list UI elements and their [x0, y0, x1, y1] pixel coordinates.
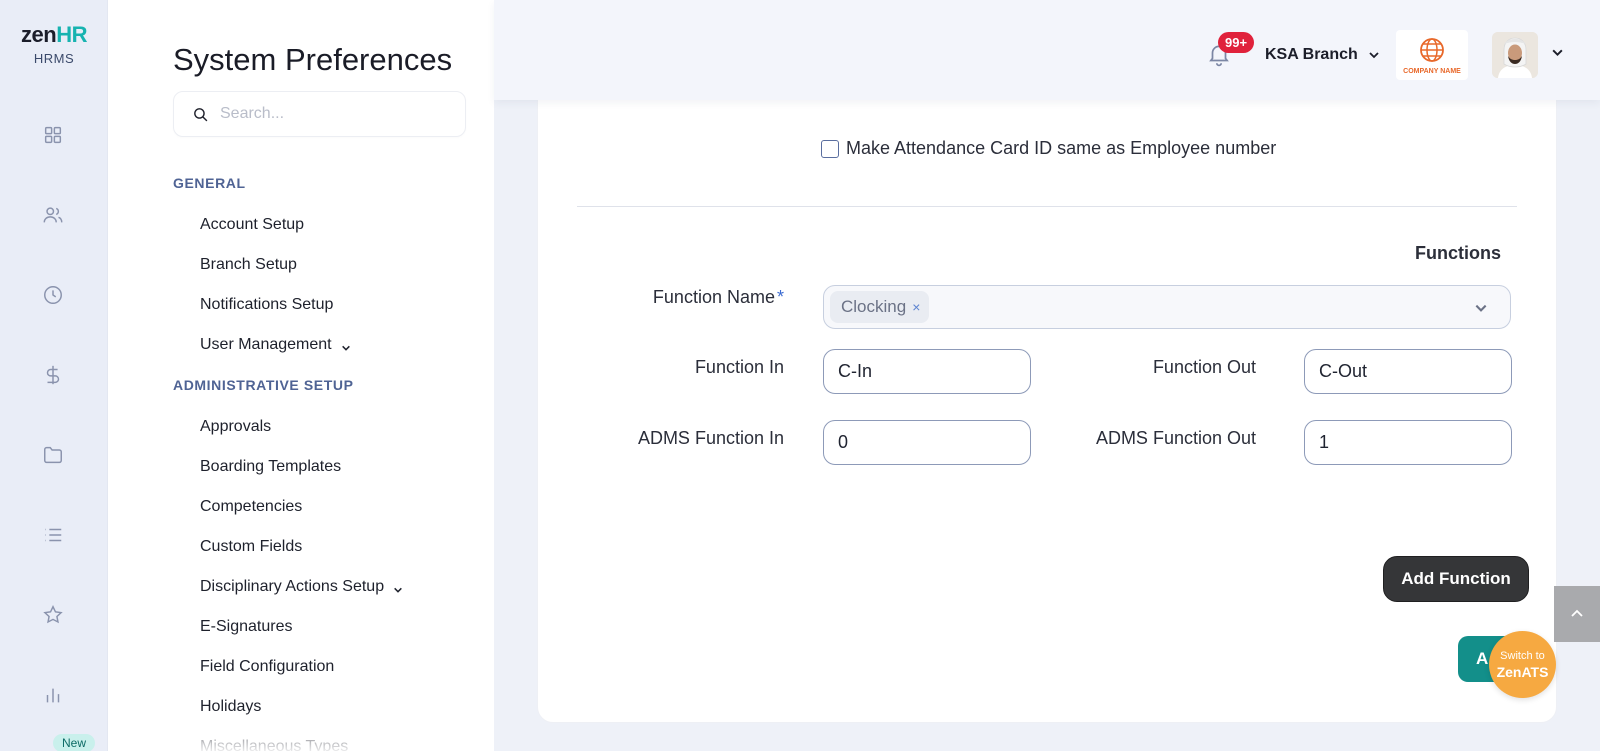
functions-form-card: Make Attendance Card ID same as Employee…: [537, 80, 1557, 723]
function-out-label: Function Out: [1152, 357, 1256, 377]
search-icon: [194, 107, 208, 121]
section-divider: [577, 206, 1517, 207]
function-in-input[interactable]: [823, 349, 1031, 394]
logo-subtitle: HRMS: [33, 51, 75, 66]
functions-title: Functions: [1415, 243, 1501, 263]
checkbox-label: Make Attendance Card ID same as Employee…: [846, 138, 1277, 158]
chevron-down-icon: [1474, 301, 1488, 320]
tag-remove-icon[interactable]: ×: [912, 299, 920, 315]
nav-item-account-setup[interactable]: Account Setup: [200, 216, 304, 234]
nav-item-notifications-setup[interactable]: Notifications Setup: [200, 296, 333, 314]
function-in-label: Function In: [694, 357, 784, 377]
folder-icon[interactable]: [38, 440, 68, 470]
nav-item-label: Miscellaneous Types: [200, 738, 349, 751]
settings-search[interactable]: [173, 91, 466, 137]
nav-item-label: Boarding Templates: [200, 458, 342, 475]
adms-function-in-label: ADMS Function In: [637, 428, 784, 448]
nav-item-label: User Management: [200, 336, 332, 353]
clock-icon[interactable]: [38, 280, 68, 310]
chevron-down-icon: [1369, 52, 1379, 59]
tag-label: Clocking: [841, 297, 907, 316]
zenhr-logo[interactable]: zenHR HRMS: [14, 22, 94, 66]
nav-item-e-signatures[interactable]: E-Signatures: [200, 618, 293, 636]
switch-to-zenats-button[interactable]: Switch to ZenATS: [1489, 631, 1556, 698]
nav-item-label: Notifications Setup: [200, 296, 334, 313]
zenats-line2: ZenATS: [1496, 663, 1549, 680]
nav-item-user-management[interactable]: User Management: [200, 336, 351, 354]
adms-function-out-input[interactable]: [1304, 420, 1512, 465]
users-icon[interactable]: [38, 200, 68, 230]
avatar[interactable]: [1492, 32, 1538, 78]
nav-item-competencies[interactable]: Competencies: [200, 498, 302, 516]
zenats-line1: Switch to: [1500, 649, 1545, 662]
chevron-down-icon: [393, 582, 403, 593]
nav-item-label: Branch Setup: [200, 256, 297, 273]
logo-zen: zen: [21, 22, 57, 47]
notifications-badge: 99+: [1218, 32, 1255, 53]
logo-hr: HR: [56, 22, 87, 47]
nav-item-approvals[interactable]: Approvals: [200, 418, 271, 436]
user-avatar-icon: [1492, 32, 1538, 78]
star-icon[interactable]: [38, 600, 68, 630]
chevron-up-icon: [1571, 609, 1583, 617]
branch-selector[interactable]: KSA Branch: [1265, 46, 1380, 64]
section-heading-administrative-setup: ADMINISTRATIVE SETUP: [173, 377, 354, 393]
function-out-input[interactable]: [1304, 349, 1512, 394]
list-icon[interactable]: [38, 520, 68, 550]
company-logo: COMPANY NAME: [1396, 30, 1468, 80]
attendance-card-checkbox[interactable]: [821, 139, 839, 158]
required-mark: *: [776, 287, 784, 307]
dashboard-icon[interactable]: [38, 120, 68, 150]
nav-item-field-configuration[interactable]: Field Configuration: [200, 658, 334, 676]
nav-item-label: Holidays: [200, 698, 262, 715]
scroll-to-top-button[interactable]: [1554, 586, 1600, 642]
nav-item-custom-fields[interactable]: Custom Fields: [200, 538, 302, 556]
adms-function-in-input[interactable]: [823, 420, 1031, 465]
adms-function-out-label: ADMS Function Out: [1095, 428, 1256, 448]
nav-item-holidays[interactable]: Holidays: [200, 698, 261, 716]
nav-item-label: Field Configuration: [200, 658, 335, 675]
icon-rail: zenHR HRMS New: [0, 0, 108, 751]
chart-icon[interactable]: [38, 680, 68, 710]
chevron-down-icon: [341, 340, 351, 351]
dollar-icon[interactable]: [38, 360, 68, 390]
function-name-label: Function Name *: [652, 287, 784, 307]
nav-item-miscellaneous-types[interactable]: Miscellaneous Types: [200, 738, 348, 751]
function-name-tag: Clocking ×: [830, 291, 930, 323]
section-heading-general: GENERAL: [173, 175, 246, 191]
company-logo-text: COMPANY NAME: [1403, 67, 1461, 75]
attendance-card-checkbox-row[interactable]: Make Attendance Card ID same as Employee…: [821, 138, 1276, 159]
nav-item-label: Account Setup: [200, 216, 305, 233]
nav-item-label: Approvals: [200, 418, 272, 435]
globe-icon: [1420, 37, 1444, 62]
nav-item-disciplinary-actions-setup[interactable]: Disciplinary Actions Setup: [200, 578, 403, 596]
nav-item-label: Disciplinary Actions Setup: [200, 578, 385, 595]
search-input[interactable]: [220, 105, 450, 123]
chevron-down-icon[interactable]: [1551, 46, 1564, 64]
nav-item-boarding-templates[interactable]: Boarding Templates: [200, 458, 341, 476]
nav-item-label: E-Signatures: [200, 618, 293, 635]
settings-nav-panel: System Preferences GENERAL Account Setup…: [108, 0, 494, 751]
add-function-button[interactable]: Add Function: [1383, 556, 1529, 602]
top-header: 99+ KSA Branch COMPANY NAME: [494, 0, 1600, 100]
branch-label: KSA Branch: [1265, 46, 1358, 63]
nav-item-label: Custom Fields: [200, 538, 303, 555]
nav-item-label: Competencies: [200, 498, 303, 515]
function-name-select[interactable]: Clocking ×: [823, 285, 1511, 329]
new-badge: New: [53, 734, 96, 751]
page-title: System Preferences: [173, 42, 453, 77]
nav-item-branch-setup[interactable]: Branch Setup: [200, 256, 297, 274]
